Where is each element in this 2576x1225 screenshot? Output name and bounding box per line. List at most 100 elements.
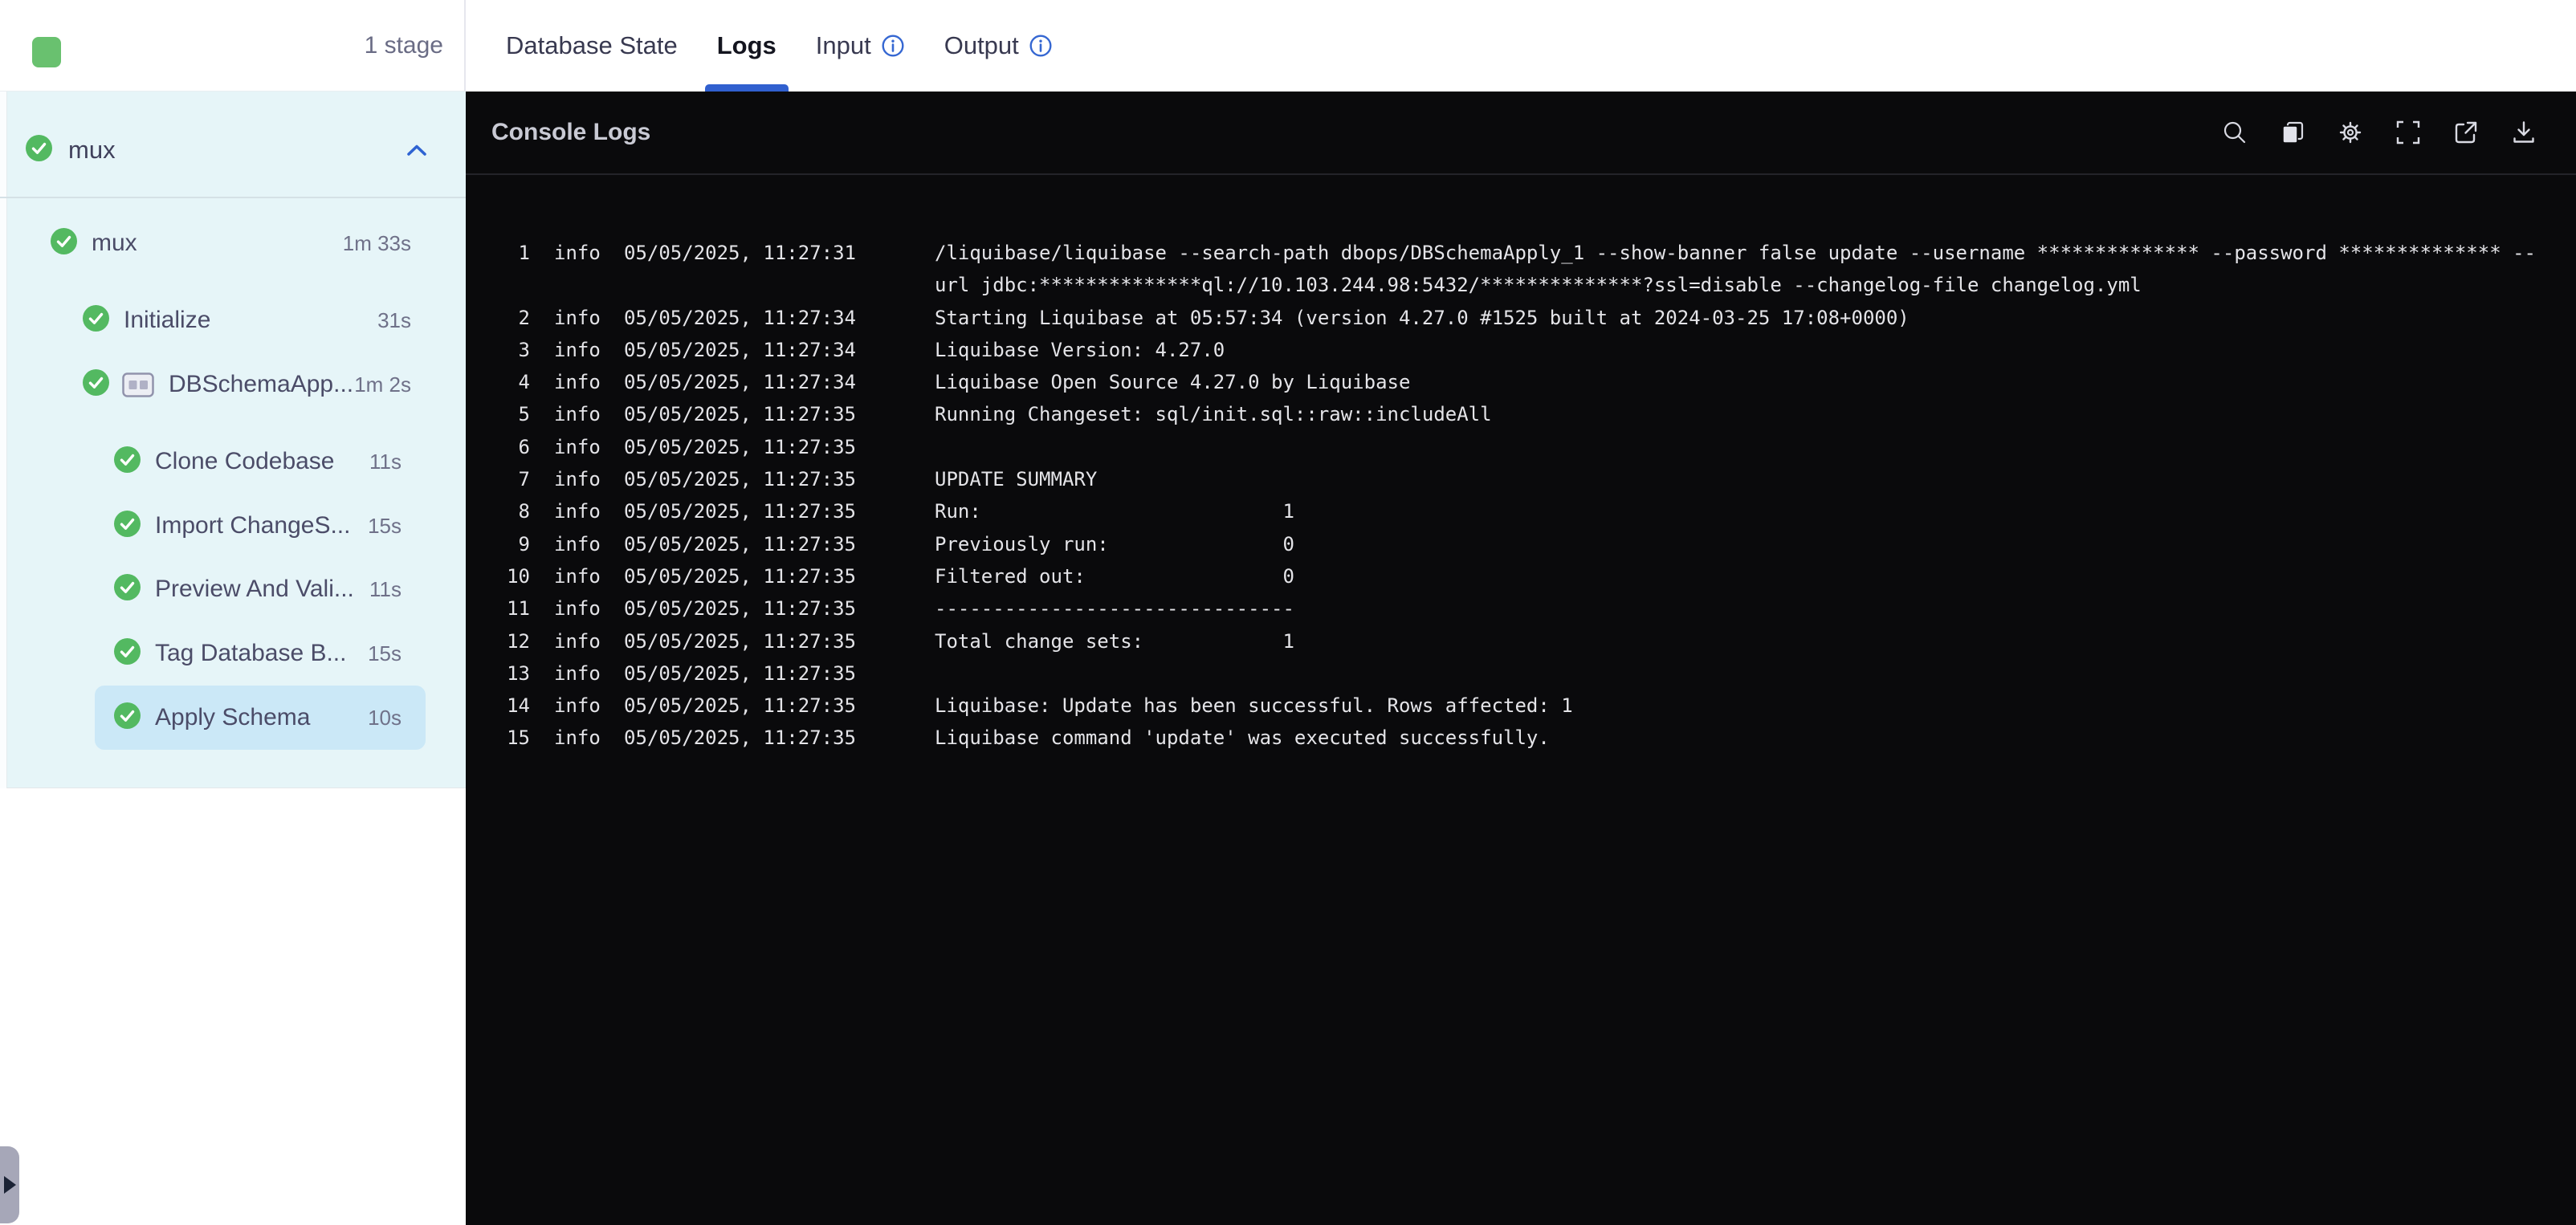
- stage-section-header[interactable]: mux: [0, 116, 466, 185]
- log-line-number: 5: [518, 403, 530, 426]
- log-timestamp: 05/05/2025, 11:27:31: [624, 242, 856, 264]
- success-check-icon: [114, 511, 141, 537]
- tab-label: Input: [815, 31, 871, 59]
- check-slot: [114, 638, 141, 669]
- tab-input[interactable]: Input: [816, 0, 905, 92]
- success-check-icon: [51, 228, 77, 254]
- tree-node-label: mux: [92, 230, 137, 256]
- log-level: info: [554, 726, 601, 750]
- check-slot: [83, 305, 109, 336]
- check-slot: [26, 135, 52, 165]
- stage-status-square-icon[interactable]: [32, 37, 61, 67]
- log-message: Liquibase Version: 4.27.0: [935, 338, 1225, 361]
- tab-label: Database State: [506, 31, 678, 59]
- log-line: 1 info 05/05/2025, 11:27:31 /liquibase/l…: [498, 237, 2576, 302]
- tree-node-preview-and-validate[interactable]: Preview And Vali... 11s: [0, 557, 466, 621]
- log-timestamp: 05/05/2025, 11:27:35: [624, 532, 856, 556]
- log-line-number: 13: [507, 661, 530, 685]
- log-message: Running Changeset: sql/init.sql::raw::in…: [935, 403, 1492, 426]
- info-icon: [1029, 35, 1052, 57]
- console-panel: Console Logs 1 info 05/05/2025, 11:27:31…: [466, 92, 2576, 1225]
- log-timestamp: 05/05/2025, 11:27:35: [624, 403, 856, 426]
- expand-panel-handle[interactable]: [0, 1146, 19, 1223]
- log-line-number: 15: [507, 726, 530, 750]
- tree-node-dbschemaapply-group[interactable]: DBSchemaApp... 1m 2s: [0, 352, 466, 417]
- success-check-icon: [114, 446, 141, 473]
- tree-node-import-changesets[interactable]: Import ChangeS... 15s: [0, 494, 466, 558]
- search-icon[interactable]: [2221, 119, 2248, 146]
- tab-database-state[interactable]: Database State: [506, 0, 678, 92]
- tree-node-clone-codebase[interactable]: Clone Codebase 11s: [0, 429, 466, 494]
- log-line: 6 info 05/05/2025, 11:27:35: [498, 431, 2576, 463]
- log-message: Previously run: 0: [935, 532, 1294, 556]
- log-message: Starting Liquibase at 05:57:34 (version …: [935, 306, 1910, 329]
- success-check-icon: [114, 638, 141, 665]
- tree-node-duration: 11s: [369, 576, 401, 601]
- log-line-number: 8: [518, 500, 530, 523]
- check-slot: [114, 511, 141, 541]
- check-slot: [114, 446, 141, 477]
- log-line-number: 2: [518, 306, 530, 329]
- stage-section-name: mux: [68, 136, 116, 164]
- log-level: info: [554, 500, 601, 523]
- success-check-icon: [83, 305, 109, 332]
- log-line-number: 14: [507, 694, 530, 718]
- stage-count-label: 1 stage: [364, 32, 443, 59]
- tab-logs[interactable]: Logs: [704, 0, 789, 92]
- console-title: Console Logs: [491, 119, 651, 145]
- tree-node-label: Apply Schema: [155, 704, 311, 731]
- check-slot: [114, 702, 141, 733]
- success-check-icon: [83, 369, 109, 396]
- chevron-up-icon[interactable]: [405, 142, 429, 158]
- tree-node-duration: 10s: [368, 705, 401, 730]
- tree-node-tag-database[interactable]: Tag Database B... 15s: [0, 621, 466, 686]
- execution-tree-sidebar: mux mux 1m 33s Initialize 31s DBSchemaAp…: [0, 92, 466, 788]
- settings-gear-icon[interactable]: [2337, 119, 2364, 146]
- log-level: info: [554, 597, 601, 621]
- pipeline-header: 1 stage: [0, 0, 466, 92]
- tab-label: Logs: [716, 31, 776, 59]
- tree-node-label: DBSchemaApp...: [169, 371, 354, 397]
- log-line-number: 12: [507, 629, 530, 653]
- tree-node-stage-mux[interactable]: mux 1m 33s: [0, 211, 466, 275]
- tree-node-duration: 11s: [369, 449, 401, 474]
- log-message: Filtered out: 0: [935, 564, 1294, 588]
- tree-node-duration: 1m 2s: [354, 372, 411, 397]
- tab-output[interactable]: Output: [944, 0, 1053, 92]
- success-check-icon: [114, 702, 141, 729]
- log-line: 9 info 05/05/2025, 11:27:35 Previously r…: [498, 528, 2576, 560]
- log-timestamp: 05/05/2025, 11:27:35: [624, 468, 856, 491]
- tree-node-duration: 15s: [368, 641, 401, 665]
- arrow-right-icon: [4, 1176, 16, 1194]
- detail-tabbar: Database State Logs Input Output: [466, 0, 2576, 92]
- tree-node-initialize[interactable]: Initialize 31s: [0, 288, 466, 352]
- tree-node-label: Initialize: [124, 307, 211, 333]
- tree-node-apply-schema[interactable]: Apply Schema 10s: [0, 686, 466, 750]
- fullscreen-icon[interactable]: [2395, 119, 2422, 146]
- log-level: info: [554, 338, 601, 361]
- console-log-scroll-area[interactable]: 1 info 05/05/2025, 11:27:31 /liquibase/l…: [466, 177, 2576, 1225]
- tree-node-duration: 31s: [377, 307, 411, 332]
- log-line-number: 11: [507, 597, 530, 621]
- tree-node-duration: 15s: [368, 513, 401, 538]
- log-timestamp: 05/05/2025, 11:27:34: [624, 338, 856, 361]
- copy-icon[interactable]: [2279, 119, 2306, 146]
- log-timestamp: 05/05/2025, 11:27:34: [624, 371, 856, 394]
- log-line-number: 7: [518, 468, 530, 491]
- log-line: 12 info 05/05/2025, 11:27:35 Total chang…: [498, 625, 2576, 657]
- log-line-number: 10: [507, 564, 530, 588]
- log-timestamp: 05/05/2025, 11:27:34: [624, 306, 856, 329]
- download-icon[interactable]: [2510, 119, 2537, 146]
- log-level: info: [554, 532, 601, 556]
- log-line: 3 info 05/05/2025, 11:27:34 Liquibase Ve…: [498, 334, 2576, 366]
- open-in-new-icon[interactable]: [2452, 119, 2480, 146]
- log-level: info: [554, 403, 601, 426]
- log-line: 7 info 05/05/2025, 11:27:35 UPDATE SUMMA…: [498, 463, 2576, 495]
- log-message: Total change sets: 1: [935, 629, 1294, 653]
- log-message: UPDATE SUMMARY: [935, 468, 1098, 491]
- tree-node-label: Tag Database B...: [155, 640, 347, 666]
- log-message: Run: 1: [935, 500, 1294, 523]
- log-timestamp: 05/05/2025, 11:27:35: [624, 564, 856, 588]
- check-slot: [83, 369, 109, 400]
- log-level: info: [554, 564, 601, 588]
